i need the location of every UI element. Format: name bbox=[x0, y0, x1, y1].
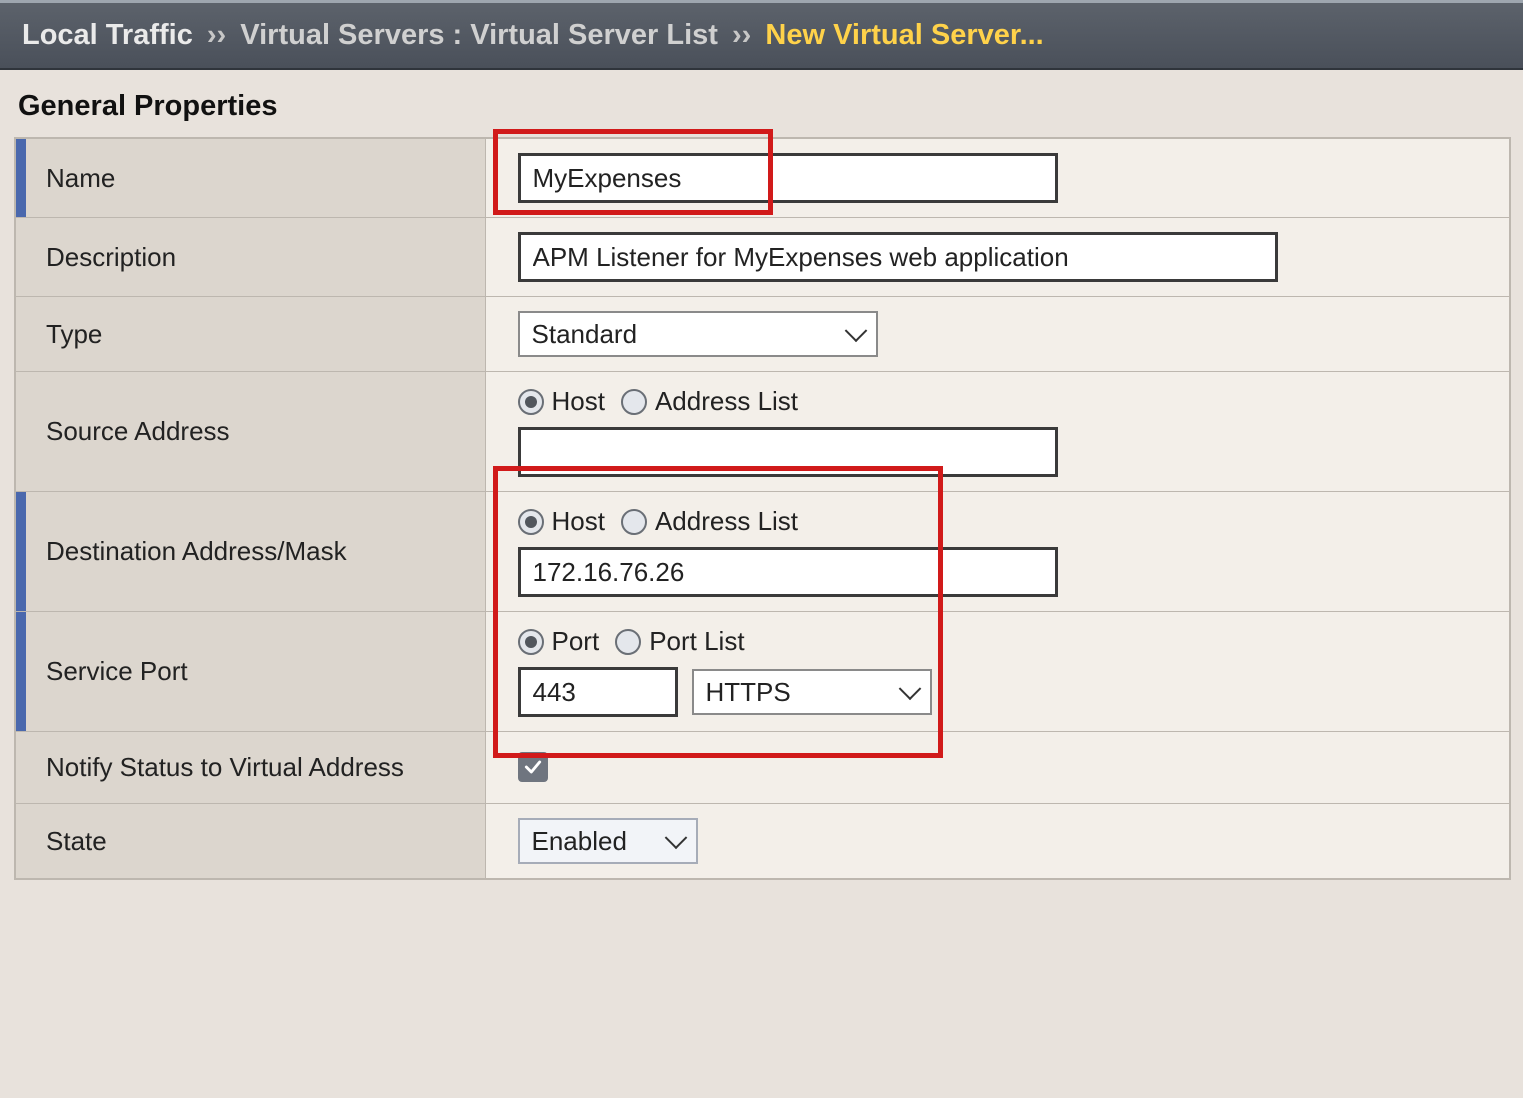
radio-label-host: Host bbox=[552, 506, 605, 537]
breadcrumb: Local Traffic ›› Virtual Servers : Virtu… bbox=[0, 0, 1523, 70]
description-input[interactable] bbox=[518, 232, 1278, 282]
name-input[interactable] bbox=[518, 153, 1058, 203]
destination-input[interactable] bbox=[518, 547, 1058, 597]
radio-label-port: Port bbox=[552, 626, 600, 657]
radio-label-port-list: Port List bbox=[649, 626, 744, 657]
label-notify: Notify Status to Virtual Address bbox=[46, 752, 404, 782]
type-select[interactable]: Standard bbox=[518, 311, 878, 357]
port-input[interactable] bbox=[518, 667, 678, 717]
notify-checkbox[interactable] bbox=[518, 752, 548, 782]
source-address-input[interactable] bbox=[518, 427, 1058, 477]
label-name: Name bbox=[46, 163, 115, 193]
label-state: State bbox=[46, 826, 107, 856]
breadcrumb-item[interactable]: Local Traffic bbox=[22, 19, 193, 51]
label-source-address: Source Address bbox=[46, 416, 230, 446]
destination-address-list-radio[interactable] bbox=[621, 509, 647, 535]
protocol-select[interactable]: HTTPS bbox=[692, 669, 932, 715]
source-address-list-radio[interactable] bbox=[621, 389, 647, 415]
breadcrumb-item[interactable]: Virtual Servers : Virtual Server List bbox=[240, 19, 718, 51]
check-icon bbox=[523, 757, 543, 777]
label-service-port: Service Port bbox=[46, 656, 188, 686]
breadcrumb-item-active: New Virtual Server... bbox=[765, 19, 1043, 51]
breadcrumb-separator-icon: ›› bbox=[201, 19, 232, 51]
destination-host-radio[interactable] bbox=[518, 509, 544, 535]
general-properties-table: Name Description Type Standard Source Ad… bbox=[14, 137, 1511, 880]
breadcrumb-separator-icon: ›› bbox=[726, 19, 757, 51]
section-title: General Properties bbox=[0, 70, 1523, 137]
state-select[interactable]: Enabled bbox=[518, 818, 698, 864]
radio-label-host: Host bbox=[552, 386, 605, 417]
port-list-radio[interactable] bbox=[615, 629, 641, 655]
source-host-radio[interactable] bbox=[518, 389, 544, 415]
label-destination: Destination Address/Mask bbox=[46, 536, 347, 566]
label-type: Type bbox=[46, 319, 102, 349]
radio-label-address-list: Address List bbox=[655, 506, 798, 537]
label-description: Description bbox=[46, 242, 176, 272]
port-radio[interactable] bbox=[518, 629, 544, 655]
radio-label-address-list: Address List bbox=[655, 386, 798, 417]
